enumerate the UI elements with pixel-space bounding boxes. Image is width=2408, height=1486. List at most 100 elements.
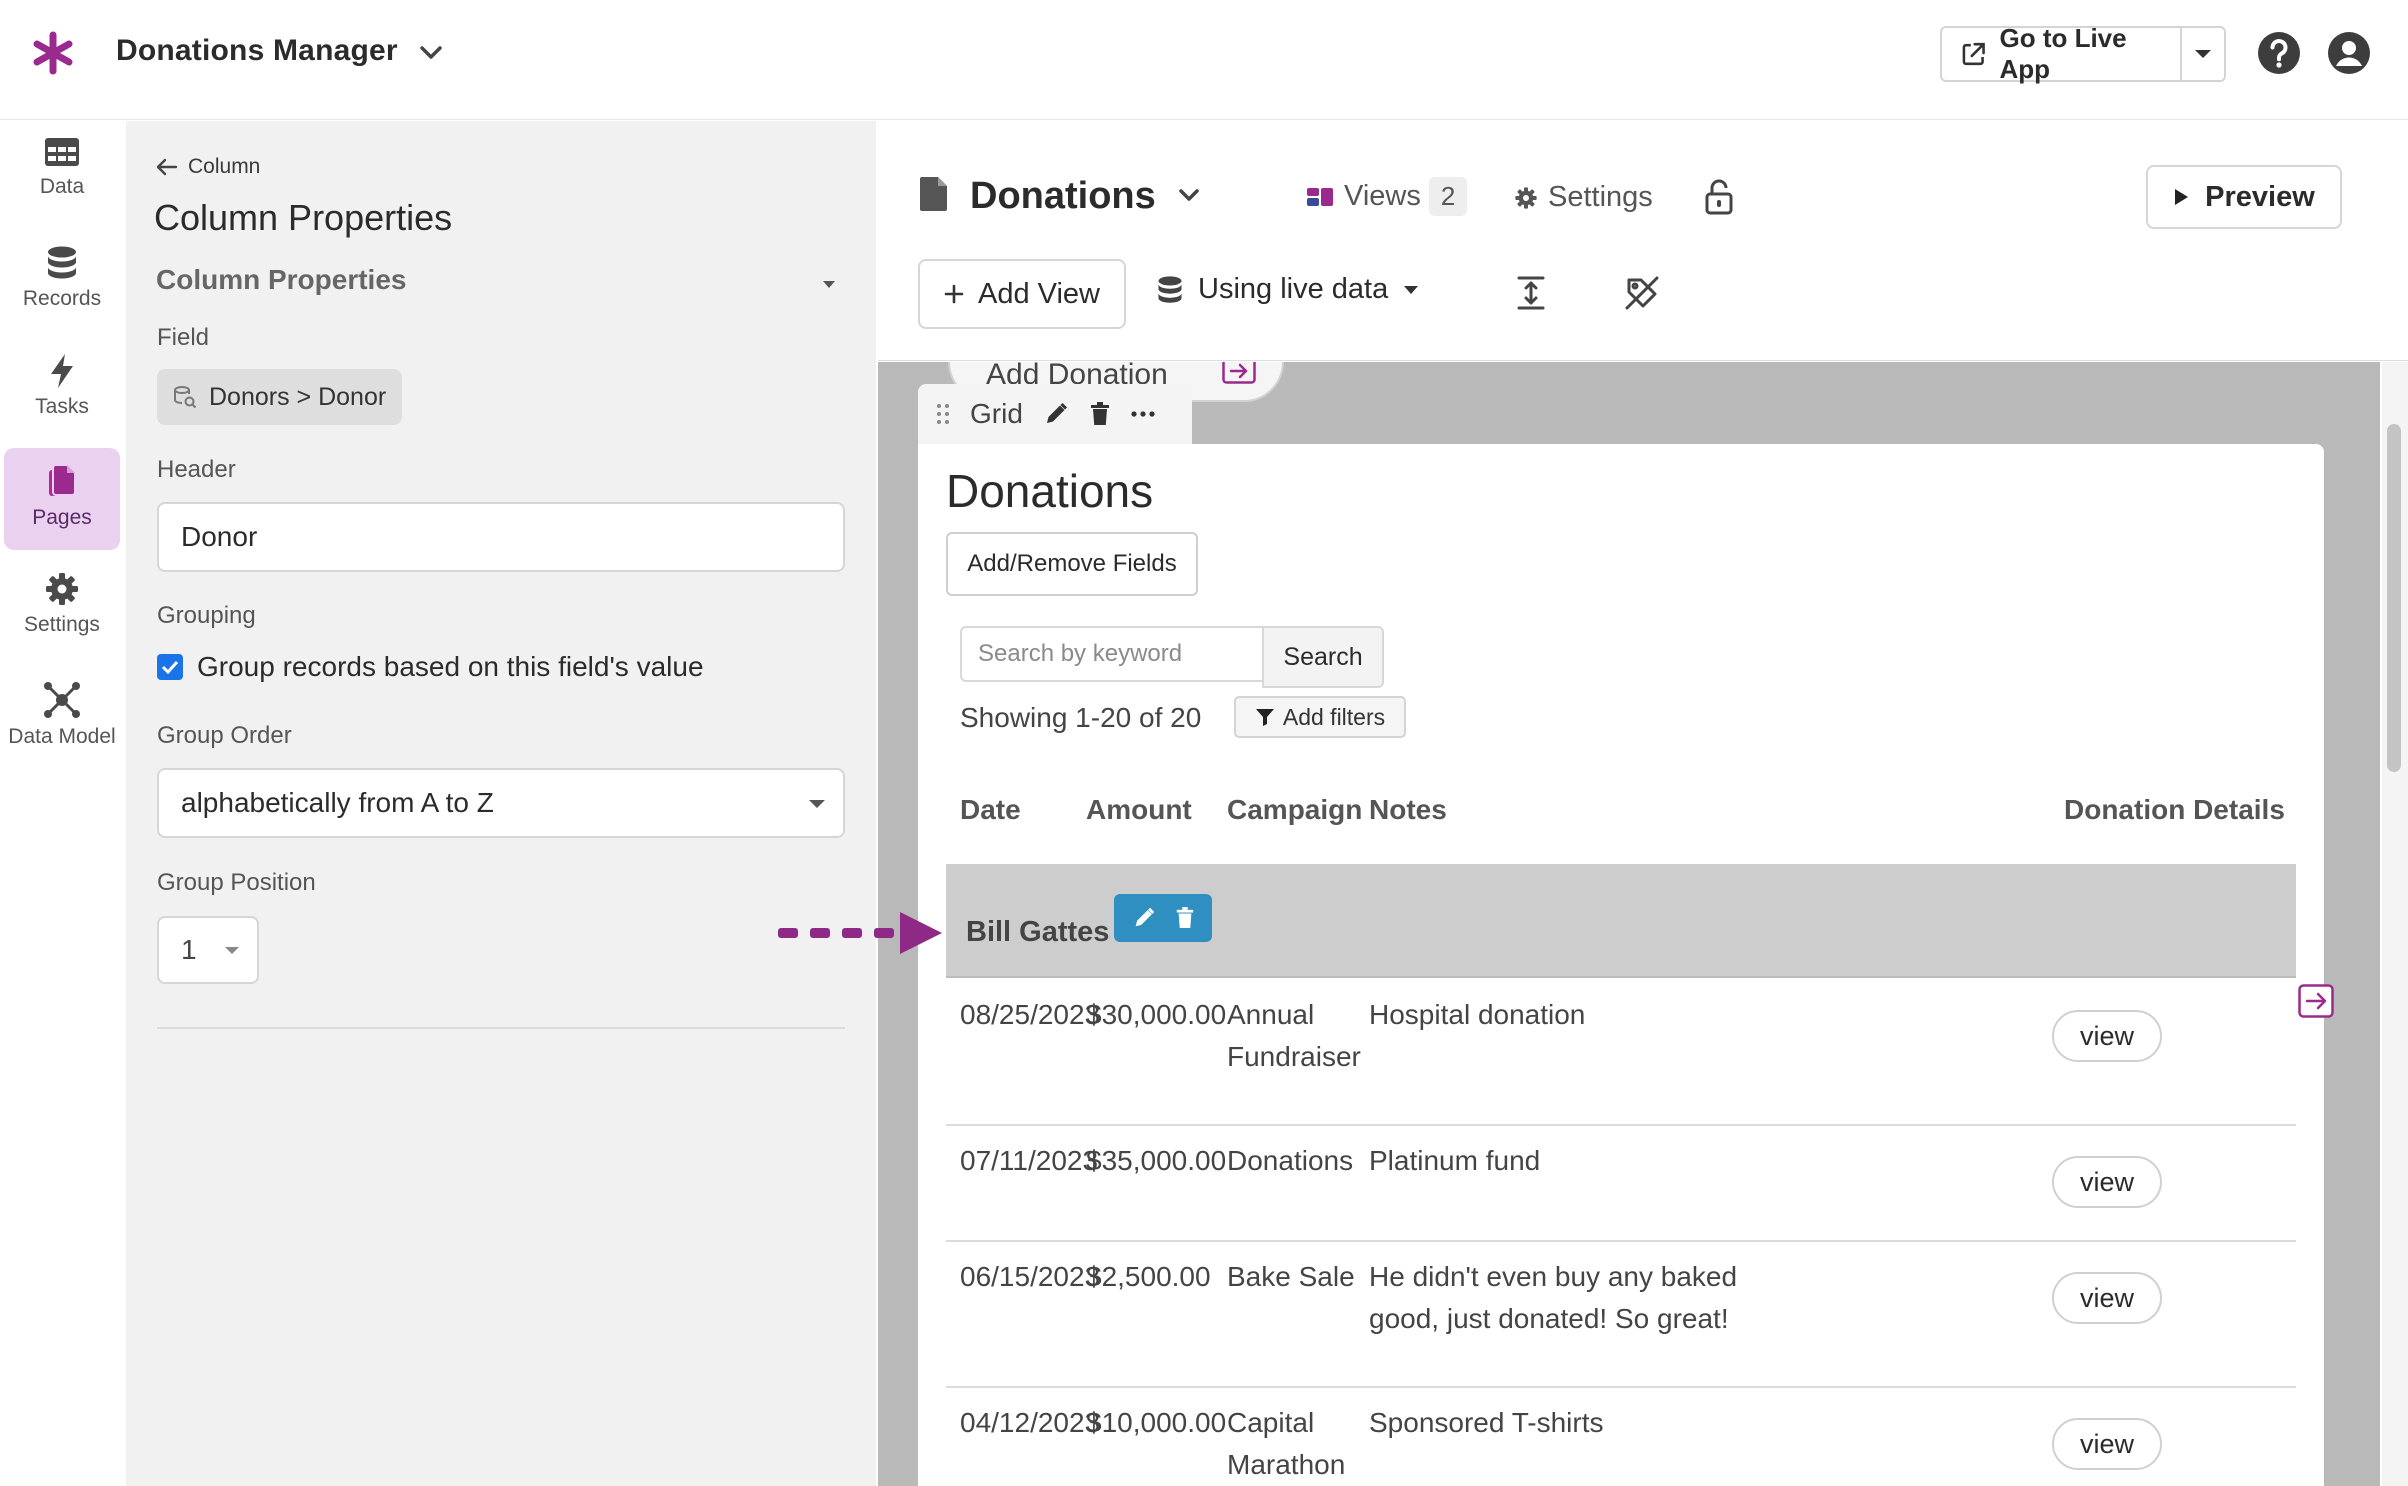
panel-title: Column Properties [154, 197, 453, 238]
cell-amount: $2,500.00 [1086, 1261, 1211, 1292]
nav-item-data-model[interactable]: Data Model [4, 667, 120, 769]
views-icon [1307, 187, 1333, 206]
bolt-icon [51, 354, 73, 388]
pencil-icon[interactable] [1132, 906, 1156, 930]
drag-handle-icon[interactable] [936, 403, 950, 425]
external-link-icon [1962, 42, 1985, 66]
live-app-dropdown-button[interactable] [2180, 26, 2226, 82]
grouping-checkbox-label: Group records based on this field's valu… [197, 651, 704, 682]
column-header-campaign[interactable]: Campaign [1227, 794, 1362, 826]
play-icon [2175, 189, 2189, 205]
view-button[interactable]: view [2052, 1272, 2162, 1324]
arrow-left-icon [156, 158, 178, 176]
annotation-arrow-icon [778, 912, 942, 954]
back-to-column-link[interactable]: Column [156, 155, 260, 179]
header-label: Header [157, 456, 236, 483]
grouping-checkbox[interactable] [157, 654, 183, 680]
cell-date: 08/25/2023 [960, 999, 1101, 1030]
grid-view-tab[interactable]: Grid [918, 384, 1192, 444]
vertical-spacing-icon[interactable] [1516, 275, 1546, 311]
preview-button[interactable]: Preview [2146, 165, 2342, 229]
table-row: 07/11/2023 $35,000.00 Donations Platinum… [946, 1126, 2296, 1242]
column-header-notes[interactable]: Notes [1369, 794, 1447, 826]
help-icon[interactable] [2256, 30, 2302, 76]
cell-campaign: Capital Marathon [1227, 1407, 1346, 1480]
more-options-icon[interactable] [1131, 410, 1155, 418]
cell-notes: Platinum fund [1369, 1145, 1541, 1176]
nav-item-settings[interactable]: Settings [4, 557, 120, 659]
nav-label-tasks: Tasks [35, 395, 89, 418]
column-header-donation-details[interactable]: Donation Details [2064, 794, 2285, 826]
cell-date: 04/12/2023 [960, 1407, 1101, 1438]
panel-divider [157, 1027, 845, 1029]
nav-label-data-model: Data Model [8, 725, 116, 748]
app-title[interactable]: Donations Manager [116, 34, 398, 68]
pencil-icon[interactable] [1043, 401, 1069, 427]
add-remove-fields-button[interactable]: Add/Remove Fields [946, 532, 1198, 596]
cell-amount: $30,000.00 [1086, 999, 1227, 1030]
data-source-label: Using live data [1198, 273, 1389, 305]
unlock-icon[interactable] [1704, 179, 1734, 215]
column-header-date[interactable]: Date [960, 794, 1021, 826]
cell-campaign: Annual Fundraiser [1227, 999, 1361, 1072]
section-title[interactable]: Column Properties [156, 264, 406, 296]
app-menu-chevron-icon[interactable] [414, 38, 448, 68]
field-chip[interactable]: Donors > Donor [157, 369, 403, 425]
link-arrow-icon [1222, 362, 1256, 384]
views-link[interactable]: Views 2 [1306, 177, 1468, 216]
section-collapse-caret-icon[interactable] [823, 281, 835, 288]
nav-item-tasks[interactable]: Tasks [4, 339, 120, 441]
checkmark-icon [161, 660, 179, 674]
nav-label-pages: Pages [32, 506, 92, 529]
cell-campaign: Bake Sale [1227, 1261, 1355, 1292]
page-switcher-chevron-icon[interactable] [1174, 183, 1204, 207]
add-filters-button[interactable]: Add filters [1234, 696, 1406, 738]
go-to-live-app-button[interactable]: Go to Live App [1940, 23, 2182, 84]
caret-down-icon [2195, 50, 2211, 58]
view-button[interactable]: view [2052, 1010, 2162, 1062]
pages-icon [49, 464, 76, 496]
group-order-select[interactable]: alphabetically from A to Z [157, 768, 845, 838]
group-position-select[interactable]: 1 [157, 916, 259, 984]
user-account-icon[interactable] [2326, 30, 2372, 76]
group-order-label: Group Order [157, 722, 292, 749]
table-row: 08/25/2023 $30,000.00 Annual Fundraiser … [946, 980, 2296, 1126]
table-row: 04/12/2023 $10,000.00 Capital Marathon S… [946, 1388, 2296, 1486]
tag-off-icon[interactable] [1624, 275, 1660, 311]
row-link-arrow-icon[interactable] [2298, 984, 2334, 1018]
database-icon [48, 246, 76, 279]
nav-item-data[interactable]: Data [4, 121, 120, 223]
trash-icon[interactable] [1175, 906, 1195, 930]
field-chip-value: Donors > Donor [209, 382, 387, 411]
database-icon [1158, 275, 1182, 303]
nav-item-pages[interactable]: Pages [4, 448, 120, 550]
donations-grid-card: Donations Add/Remove Fields Search by ke… [918, 444, 2334, 1486]
group-position-value: 1 [181, 934, 197, 965]
page-canvas: Add Donation Grid Donations Add/Remove F… [878, 362, 2380, 1486]
nav-label-settings: Settings [24, 613, 100, 636]
search-input[interactable]: Search by keyword [960, 626, 1264, 682]
database-search-icon [174, 386, 197, 409]
cell-amount: $10,000.00 [1086, 1407, 1227, 1438]
grid-title: Donations [946, 465, 1154, 517]
column-header-amount[interactable]: Amount [1086, 794, 1192, 826]
back-link-label: Column [188, 155, 261, 178]
data-source-dropdown[interactable]: Using live data [1156, 273, 1420, 306]
page-settings-link[interactable]: Settings [1514, 181, 1653, 214]
app-logo-icon[interactable] [30, 30, 76, 76]
trash-icon[interactable] [1089, 401, 1111, 427]
page-name[interactable]: Donations [970, 175, 1156, 218]
search-placeholder: Search by keyword [978, 640, 1183, 667]
view-button[interactable]: view [2052, 1156, 2162, 1208]
view-button[interactable]: view [2052, 1418, 2162, 1470]
grid-tab-label: Grid [970, 398, 1023, 429]
canvas-scrollbar-thumb[interactable] [2387, 424, 2401, 772]
search-button[interactable]: Search [1262, 626, 1384, 688]
header-input[interactable]: Donor [157, 502, 845, 572]
group-tools [1114, 894, 1212, 942]
nav-item-records[interactable]: Records [4, 231, 120, 333]
add-view-button[interactable]: Add View [918, 259, 1126, 329]
group-header-row[interactable]: Bill Gattes [946, 864, 2296, 978]
header-input-value: Donor [181, 521, 258, 552]
grouping-checkbox-row[interactable]: Group records based on this field's valu… [157, 651, 704, 683]
